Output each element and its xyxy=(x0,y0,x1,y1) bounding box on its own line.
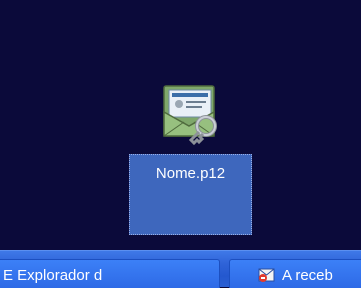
desktop-icon-label-box[interactable]: Nome.p12 xyxy=(129,154,252,235)
outlook-inbox-icon xyxy=(258,268,275,282)
taskbar-button-explorer[interactable]: E Explorador d xyxy=(0,259,220,288)
desktop: Nome.p12 xyxy=(0,0,361,250)
taskbar-button-label: A receb xyxy=(282,267,333,284)
taskbar-button-label: E Explorador d xyxy=(3,267,103,284)
taskbar-button-recebidos[interactable]: A receb xyxy=(229,259,361,288)
desktop-icon-label: Nome.p12 xyxy=(155,165,226,182)
taskbar: E Explorador d A receb xyxy=(0,250,361,288)
desktop-icon-certificate-file[interactable]: Nome.p12 xyxy=(129,82,254,237)
certificate-envelope-key-icon xyxy=(163,85,217,146)
